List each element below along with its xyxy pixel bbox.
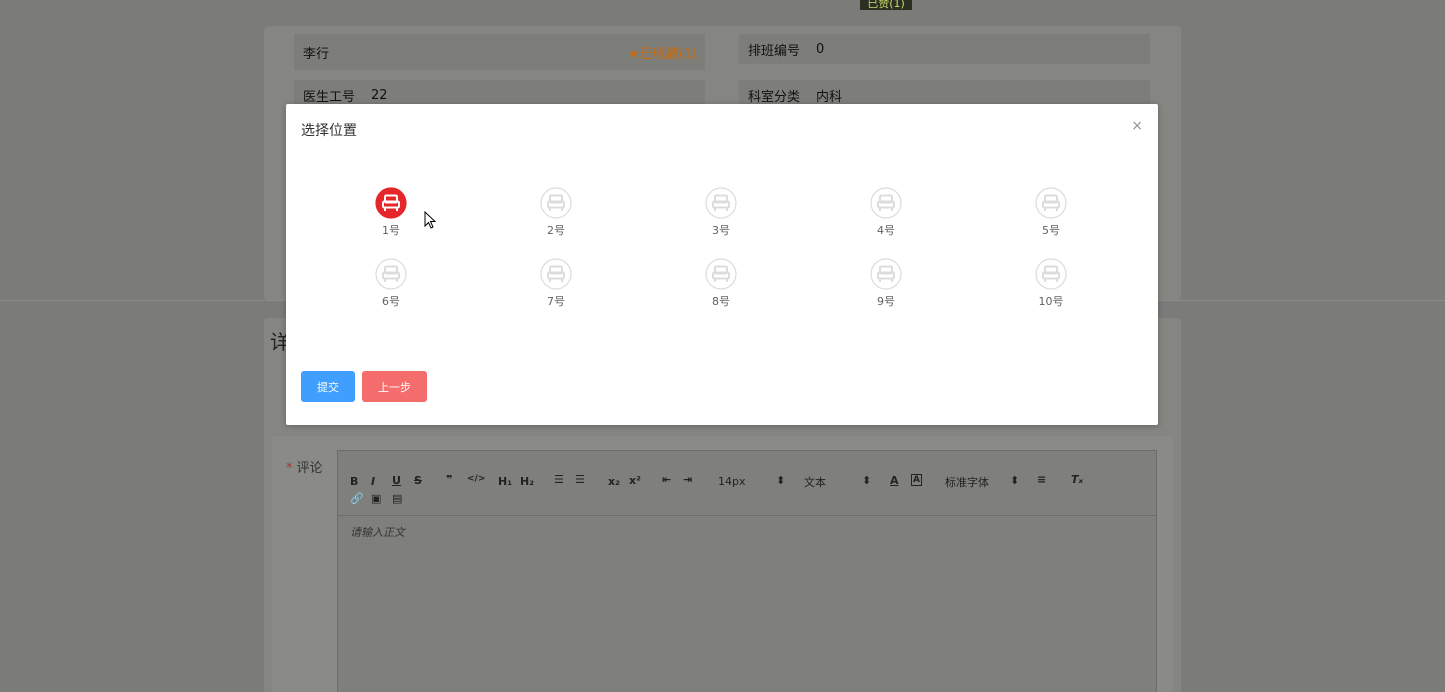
- like-badge: 已赞(1): [860, 0, 912, 10]
- mouse-cursor-icon: [424, 211, 436, 229]
- doctor-id-key: 医生工号: [303, 89, 356, 105]
- outdent-icon[interactable]: ⇤: [662, 473, 671, 486]
- seat-label: 3号: [712, 224, 730, 237]
- schedule-value: 0: [816, 41, 825, 57]
- seat-icon: [540, 187, 572, 219]
- indent-icon[interactable]: ⇥: [683, 473, 692, 486]
- seat-label: 5号: [1042, 224, 1060, 237]
- seat-label: 10号: [1038, 295, 1064, 308]
- seat-label: 6号: [382, 295, 400, 308]
- superscript-icon[interactable]: x²: [629, 474, 641, 487]
- comment-label: * 评论: [286, 461, 323, 476]
- seat-option[interactable]: 6号: [361, 258, 421, 318]
- font-color-icon[interactable]: A: [890, 474, 899, 487]
- select-arrow-icon: ⬍: [1010, 474, 1020, 487]
- underline-icon[interactable]: U: [392, 474, 401, 487]
- code-icon[interactable]: </>: [467, 474, 485, 484]
- seat-option[interactable]: 5号: [1021, 187, 1081, 247]
- dept-value: 内科: [816, 89, 843, 105]
- seat-option[interactable]: 8号: [691, 258, 751, 318]
- schedule-field: 排班编号 0: [739, 34, 1150, 64]
- strike-icon[interactable]: S: [414, 474, 422, 487]
- select-position-dialog: 选择位置 × 1号 2号 3号 4号 5号 6号 7号 8号 9号 10号 提交 上一步: [286, 104, 1158, 425]
- seat-label: 9号: [877, 295, 895, 308]
- doctor-name: 李行: [303, 46, 330, 62]
- seat-icon: [375, 187, 407, 219]
- dept-key: 科室分类: [748, 89, 801, 105]
- seat-label: 4号: [877, 224, 895, 237]
- seat-option[interactable]: 2号: [526, 187, 586, 247]
- seat-option[interactable]: 4号: [856, 187, 916, 247]
- seat-icon: [705, 258, 737, 290]
- seat-icon: [705, 187, 737, 219]
- seat-icon: [1035, 258, 1067, 290]
- seat-icon: [1035, 187, 1067, 219]
- doctor-name-field: 李行 ★已收藏(1): [294, 34, 705, 70]
- italic-icon[interactable]: I: [371, 475, 375, 488]
- previous-step-button[interactable]: 上一步: [362, 371, 427, 402]
- seat-option[interactable]: 7号: [526, 258, 586, 318]
- video-icon[interactable]: ▤: [392, 492, 402, 505]
- font-family-select[interactable]: 标准字体: [945, 474, 989, 490]
- background-color-icon[interactable]: A: [911, 474, 922, 486]
- select-arrow-icon: ⬍: [776, 474, 786, 487]
- seat-icon: [540, 258, 572, 290]
- link-icon[interactable]: 🔗: [350, 492, 364, 505]
- image-icon[interactable]: ▣: [371, 492, 381, 505]
- seat-option[interactable]: 3号: [691, 187, 751, 247]
- h2-icon[interactable]: H₂: [520, 475, 534, 488]
- subscript-icon[interactable]: x₂: [608, 475, 620, 488]
- blockquote-icon[interactable]: ❞: [446, 473, 452, 486]
- schedule-key: 排班编号: [748, 43, 801, 59]
- bold-icon[interactable]: B: [350, 475, 358, 488]
- bullet-list-icon[interactable]: ☰: [575, 473, 585, 486]
- h1-icon[interactable]: H₁: [498, 475, 512, 488]
- seat-label: 2号: [547, 224, 565, 237]
- font-size-select[interactable]: 14px: [718, 475, 746, 488]
- seat-icon: [375, 258, 407, 290]
- favorite-link[interactable]: ★已收藏(1): [628, 43, 697, 62]
- ordered-list-icon[interactable]: ☰: [554, 473, 564, 486]
- seat-label: 8号: [712, 295, 730, 308]
- required-mark: *: [286, 461, 293, 476]
- align-icon[interactable]: ≡: [1037, 473, 1046, 486]
- close-icon[interactable]: ×: [1131, 118, 1143, 134]
- seat-option[interactable]: 9号: [856, 258, 916, 318]
- seat-icon: [870, 187, 902, 219]
- clear-format-icon[interactable]: Tₓ: [1071, 473, 1083, 486]
- seat-icon: [870, 258, 902, 290]
- seat-label: 7号: [547, 295, 565, 308]
- text-type-select[interactable]: 文本: [804, 474, 826, 490]
- select-arrow-icon: ⬍: [862, 474, 872, 487]
- doctor-id-value: 22: [371, 87, 388, 103]
- seat-option[interactable]: 10号: [1021, 258, 1081, 318]
- top-strip: [0, 0, 1445, 10]
- editor-placeholder[interactable]: 请输入正文: [350, 524, 405, 540]
- dialog-title: 选择位置: [301, 123, 357, 139]
- editor-toolbar: B I U S ❞ </> H₁ H₂ ☰ ☰ x₂ x² ⇤ ⇥ 14px ⬍…: [338, 465, 1156, 516]
- submit-button[interactable]: 提交: [301, 371, 355, 402]
- seat-label: 1号: [382, 224, 400, 237]
- seat-option[interactable]: 1号: [361, 187, 421, 247]
